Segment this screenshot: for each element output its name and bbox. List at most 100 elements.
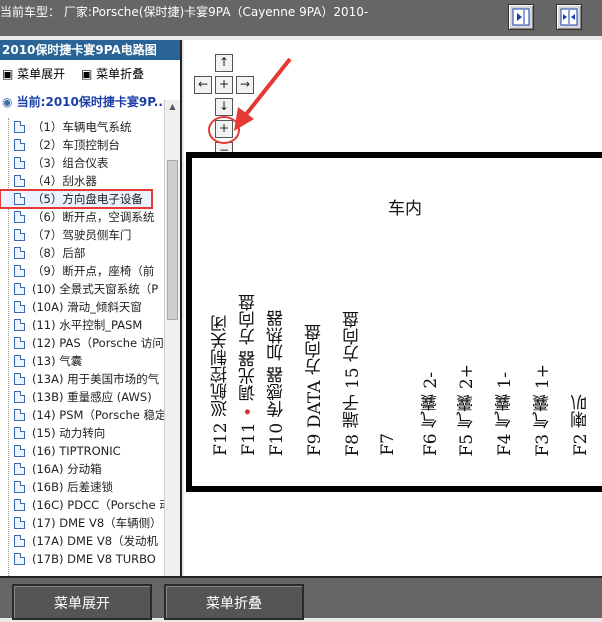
document-icon: [14, 553, 25, 565]
tree-item-label: (13B) 重量感应 (AWS): [32, 390, 152, 404]
pin-id: F9: [305, 433, 325, 456]
circuit-tree: （1）车辆电气系统 （2）车顶控制台 （3）组合仪表 （4）刮水器 （5）方向盘电子设备…: [0, 118, 171, 568]
tree-item-label: （9）断开点，座椅（前: [32, 264, 155, 278]
pin-id: F8: [343, 433, 363, 456]
connector-pin: F11 • 调光器 方向盘: [236, 294, 261, 456]
document-icon: [14, 121, 25, 133]
connector-pin: F4 气囊 1-: [492, 372, 517, 456]
tree-item[interactable]: (11) 水平控制_PASM: [0, 316, 166, 334]
document-icon: [14, 283, 25, 295]
tree-item-label: (13A) 用于美国市场的气: [32, 372, 160, 386]
tree-item[interactable]: (16B) 后差速锁: [0, 478, 166, 496]
pin-label: DATA 方向盘: [305, 323, 325, 428]
document-icon: [14, 157, 25, 169]
collapse-right-icon: [512, 8, 530, 26]
document-icon: [14, 301, 25, 313]
document-icon: [14, 337, 25, 349]
tree-item[interactable]: （4）刮水器: [0, 172, 166, 190]
tree-item[interactable]: (10) 全景式天窗系统（P: [0, 280, 166, 298]
scrollbar-thumb[interactable]: [167, 160, 178, 320]
pin-id: F10: [267, 422, 287, 456]
connector-diagram: 车内 F12 巡航控制关闭 F11 • 调光器 方向盘 F10 传感器 加热器 F9 …: [186, 152, 602, 492]
document-icon: [14, 481, 25, 493]
top-bar: 当前车型： 厂家:Porsche(保时捷)卡宴9PA（Cayenne 9PA）2…: [0, 0, 602, 36]
connector-pin: F7: [378, 433, 398, 456]
tree-item[interactable]: (16A) 分动箱: [0, 460, 166, 478]
sidebar: 2010保时捷卡宴9PA电路图 ▣ 菜单展开 ▣ 菜单折叠 ◉ 当前:2010保…: [0, 40, 182, 576]
bottom-expand-button[interactable]: 菜单展开: [12, 584, 152, 620]
current-node-label: 当前:2010保时捷卡宴9P...: [16, 95, 168, 109]
document-icon: [14, 427, 25, 439]
document-icon: [14, 139, 25, 151]
tree-item[interactable]: (16C) PDCC（Porsche 动: [0, 496, 171, 514]
tree-item[interactable]: (14) PSM（Porsche 稳定: [0, 406, 167, 424]
tree-item[interactable]: (13A) 用于美国市场的气: [0, 370, 166, 388]
document-icon: [14, 373, 25, 385]
connector-pin: F3 气囊 1+: [530, 364, 555, 457]
pan-left-button[interactable]: ←: [194, 76, 212, 94]
connector-pin: F2 喇叭: [568, 394, 593, 456]
connector-pin: F10 传感器 加热器: [264, 310, 289, 456]
bottom-collapse-button[interactable]: 菜单折叠: [164, 584, 304, 620]
split-columns-button[interactable]: [556, 4, 582, 30]
tree-item[interactable]: （6）断开点，空调系统: [0, 208, 166, 226]
pin-id: F12: [211, 422, 231, 456]
tree-item[interactable]: （5）方向盘电子设备: [0, 189, 153, 209]
tree-item-label: (11) 水平控制_PASM: [32, 318, 143, 332]
current-node-icon: ◉: [2, 95, 13, 109]
sidebar-header: 2010保时捷卡宴9PA电路图: [0, 40, 180, 60]
pin-marker-icon: •: [239, 401, 259, 423]
split-columns-icon: [560, 8, 578, 26]
tree-item-label: （5）方向盘电子设备: [32, 192, 143, 206]
pin-id: F5: [457, 433, 477, 456]
pin-id: F3: [533, 433, 553, 456]
scroll-up-icon[interactable]: ▲: [167, 102, 178, 114]
pin-label: 巡航控制关闭: [211, 315, 231, 418]
sidebar-expand-link[interactable]: ▣ 菜单展开: [2, 67, 71, 81]
tree-item[interactable]: (17) DME V8（车辆侧）: [0, 514, 166, 532]
tree-item[interactable]: (13B) 重量感应 (AWS): [0, 388, 166, 406]
pin-id: F11: [239, 422, 259, 456]
tree-item-label: (10) 全景式天窗系统（P: [32, 282, 159, 296]
tree-item[interactable]: (15) 动力转向: [0, 424, 166, 442]
sidebar-collapse-link[interactable]: ▣ 菜单折叠: [81, 67, 150, 81]
area-label: 车内: [388, 199, 422, 219]
pin-label: 调光器 方向盘: [239, 294, 259, 402]
pin-label: 气囊 1-: [495, 372, 515, 428]
tree-item-label: (16C) PDCC（Porsche 动: [32, 498, 171, 512]
document-icon: [14, 265, 25, 277]
tree-item[interactable]: (12) PAS（Porsche 访问: [0, 334, 166, 352]
tree-item-label: (16B) 后差速锁: [32, 480, 114, 494]
document-icon: [14, 391, 25, 403]
tree-item-label: (14) PSM（Porsche 稳定: [32, 408, 167, 422]
pin-id: F7: [378, 433, 398, 456]
tree-item-label: （7）驾驶员侧车门: [32, 228, 132, 242]
connector-pin: F8 端子 15 方向盘: [340, 311, 365, 456]
pin-label: 气囊 1+: [533, 363, 553, 428]
connector-pin: F6 气囊 2-: [418, 372, 443, 456]
tree-item[interactable]: (10A) 滑动_倾斜天窗: [0, 298, 166, 316]
document-icon: [14, 175, 25, 187]
document-icon: [14, 355, 25, 367]
bottom-bar: 菜单展开 菜单折叠: [0, 576, 602, 620]
tree-item[interactable]: （8）后部: [0, 244, 166, 262]
tree-item[interactable]: （9）断开点，座椅（前: [0, 262, 166, 280]
tree-item[interactable]: (17B) DME V8 TURBO: [0, 550, 166, 568]
tree-item-label: (15) 动力转向: [32, 426, 106, 440]
tree-item-label: (17B) DME V8 TURBO: [32, 552, 156, 566]
pin-id: F4: [495, 433, 515, 456]
tree-item-label: （6）断开点，空调系统: [32, 210, 155, 224]
tree-item[interactable]: (17A) DME V8（发动机: [0, 532, 166, 550]
annotation-arrow-icon: [234, 57, 292, 131]
tree-item-label: (17A) DME V8（发动机: [32, 534, 159, 548]
tree-item[interactable]: （2）车顶控制台: [0, 136, 166, 154]
tree-item[interactable]: （3）组合仪表: [0, 154, 166, 172]
tree-item[interactable]: (13) 气囊: [0, 352, 166, 370]
tree-item[interactable]: (16) TIPTRONIC: [0, 442, 166, 460]
collapse-right-button[interactable]: [508, 4, 534, 30]
document-icon: [14, 409, 25, 421]
current-node[interactable]: ◉ 当前:2010保时捷卡宴9P...: [0, 92, 180, 112]
sidebar-vertical-scrollbar[interactable]: ▲ ▼: [164, 100, 180, 576]
tree-item[interactable]: （1）车辆电气系统: [0, 118, 166, 136]
tree-item[interactable]: （7）驾驶员侧车门: [0, 226, 166, 244]
